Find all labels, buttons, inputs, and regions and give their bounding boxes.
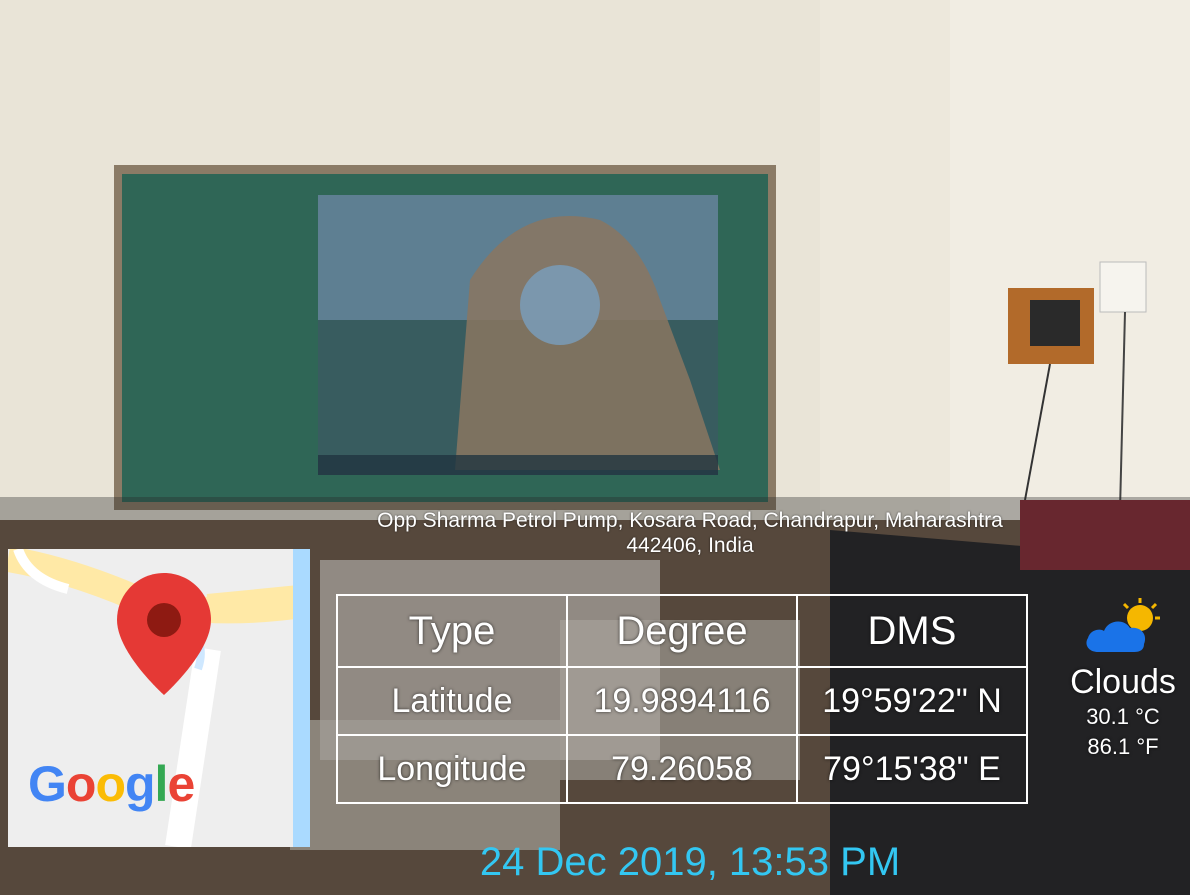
longitude-degree: 79.26058 — [566, 734, 798, 804]
coordinates-table: Type Degree DMS Latitude 19.9894116 19°5… — [336, 594, 1028, 804]
location-address: Opp Sharma Petrol Pump, Kosara Road, Cha… — [300, 508, 1080, 558]
temperature-celsius: 30.1 °C — [1086, 704, 1160, 729]
date-time-stamp: 24 Dec 2019, 13:53 PM — [479, 840, 901, 884]
weather-description: Clouds — [1070, 663, 1176, 701]
table-row-latitude: Latitude 19.9894116 19°59'22" N — [336, 666, 1028, 736]
header-type: Type — [336, 594, 568, 668]
header-degree: Degree — [566, 594, 798, 668]
address-line-1: Opp Sharma Petrol Pump, Kosara Road, Cha… — [377, 509, 1003, 532]
table-header-row: Type Degree DMS — [336, 594, 1028, 668]
header-dms: DMS — [796, 594, 1028, 668]
latitude-degree: 19.9894116 — [566, 666, 798, 736]
weather-widget: Clouds 30.1 °C 86.1 °F — [1058, 598, 1188, 762]
longitude-dms: 79°15'38" E — [796, 734, 1028, 804]
latitude-dms: 19°59'22" N — [796, 666, 1028, 736]
google-logo: Google — [28, 756, 195, 812]
table-row-longitude: Longitude 79.26058 79°15'38" E — [336, 734, 1028, 804]
temperature-fahrenheit: 86.1 °F — [1087, 734, 1159, 759]
longitude-label: Longitude — [336, 734, 568, 804]
partly-cloudy-icon — [1086, 598, 1160, 652]
map-pin-icon — [117, 573, 211, 695]
latitude-label: Latitude — [336, 666, 568, 736]
address-line-2: 442406, India — [626, 534, 754, 557]
